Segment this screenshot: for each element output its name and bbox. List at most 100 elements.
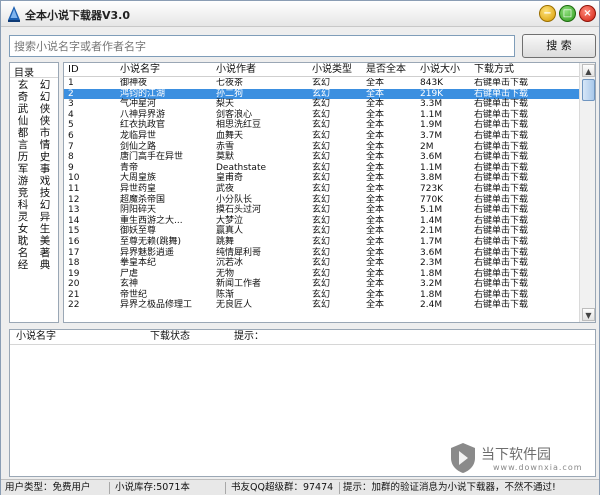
category-item[interactable]: 侠 <box>34 115 56 127</box>
row-download: 右键单击下载 <box>474 130 529 141</box>
status-qq-group: 书友QQ超级群：97474 <box>231 482 334 493</box>
watermark-url: www.downxia.com <box>493 463 583 472</box>
category-item[interactable]: 游 <box>12 175 34 187</box>
table-row[interactable]: 16 至尊无赖(跳舞) 跳舞 玄幻 全本 1.7M 右键单击下载 <box>64 237 579 248</box>
category-item[interactable]: 武 <box>12 103 34 115</box>
category-item[interactable]: 名 <box>12 247 34 259</box>
table-row[interactable]: 8 唐门高手在异世 莫默 玄幻 全本 3.6M 右键单击下载 <box>64 152 579 163</box>
category-item[interactable]: 市 <box>34 127 56 139</box>
row-download: 右键单击下载 <box>474 120 529 131</box>
minimize-button[interactable]: − <box>539 5 556 22</box>
table-row[interactable]: 7 剑仙之路 赤雪 玄幻 全本 2M 右键单击下载 <box>64 142 579 153</box>
table-row[interactable]: 1 御神夜 七夜茶 玄幻 全本 843K 右键单击下载 <box>64 78 579 89</box>
table-row[interactable]: 20 玄神 新闻工作者 玄幻 全本 3.2M 右键单击下载 <box>64 279 579 290</box>
search-button[interactable]: 搜 索 <box>522 34 596 58</box>
category-panel: 目录 玄幻奇幻武侠仙侠都市言情历史军事游戏竞技科幻灵异女生耽美名著经典 <box>9 62 59 323</box>
category-item[interactable]: 幻 <box>34 91 56 103</box>
table-row[interactable]: 19 尸虐 无物 玄幻 全本 1.8M 右键单击下载 <box>64 269 579 280</box>
table-row[interactable]: 18 拳皇本纪 沉若冰 玄幻 全本 2.3M 右键单击下载 <box>64 258 579 269</box>
category-item[interactable]: 言 <box>12 139 34 151</box>
row-author: 纯情犀利哥 <box>216 247 262 258</box>
row-size: 219K <box>420 88 444 99</box>
table-row[interactable]: 21 帝世纪 陈渐 玄幻 全本 1.8M 右键单击下载 <box>64 290 579 301</box>
scroll-thumb[interactable] <box>582 79 595 101</box>
table-row[interactable]: 2 鸿钧的江湖 孙二狗 玄幻 全本 219K 右键单击下载 <box>64 88 579 100</box>
maximize-button[interactable]: □ <box>559 5 576 22</box>
download-column-status[interactable]: 下载状态 <box>150 331 190 343</box>
row-size: 3.6M <box>420 247 443 258</box>
row-author: 陈渐 <box>216 289 235 300</box>
list-scrollbar[interactable]: ▲ ▼ <box>579 63 595 322</box>
category-item[interactable]: 幻 <box>34 79 56 91</box>
column-header-id[interactable]: ID <box>68 64 79 76</box>
novel-list-panel: ID 小说名字 小说作者 小说类型 是否全本 小说大小 下载方式 1 御神夜 七夜茶… <box>63 62 596 323</box>
table-row[interactable]: 12 超魔杀帝国 小分队长 玄幻 全本 770K 右键单击下载 <box>64 195 579 206</box>
category-item[interactable]: 历 <box>12 151 34 163</box>
row-id: 19 <box>68 268 80 279</box>
category-item[interactable]: 戏 <box>34 175 56 187</box>
category-item[interactable]: 女 <box>12 223 34 235</box>
row-id: 2 <box>68 88 74 99</box>
category-item[interactable]: 情 <box>34 139 56 151</box>
row-name: 红衣执政官 <box>120 120 166 131</box>
table-row[interactable]: 22 异界之极品修理工 无良匠人 玄幻 全本 2.4M 右键单击下载 <box>64 300 579 311</box>
row-type: 玄幻 <box>312 120 331 131</box>
category-item[interactable]: 奇 <box>12 91 34 103</box>
category-item[interactable]: 侠 <box>34 103 56 115</box>
row-author: 七夜茶 <box>216 78 244 88</box>
search-input[interactable] <box>9 35 515 57</box>
category-item[interactable]: 军 <box>12 163 34 175</box>
column-header-author[interactable]: 小说作者 <box>216 64 256 76</box>
column-header-type[interactable]: 小说类型 <box>312 64 352 76</box>
category-item[interactable]: 事 <box>34 163 56 175</box>
column-header-size[interactable]: 小说大小 <box>420 64 460 76</box>
category-item[interactable]: 生 <box>34 223 56 235</box>
category-item[interactable]: 史 <box>34 151 56 163</box>
category-item[interactable]: 仙 <box>12 115 34 127</box>
row-complete: 全本 <box>366 99 385 110</box>
category-item[interactable]: 经 <box>12 259 34 271</box>
row-download: 右键单击下载 <box>474 183 529 194</box>
scroll-down-icon[interactable]: ▼ <box>582 308 595 321</box>
row-author: 赤雪 <box>216 141 235 152</box>
category-item[interactable]: 美 <box>34 235 56 247</box>
category-item[interactable]: 竞 <box>12 187 34 199</box>
row-id: 7 <box>68 141 74 152</box>
category-item[interactable]: 异 <box>34 211 56 223</box>
download-column-name[interactable]: 小说名字 <box>16 331 56 343</box>
category-item[interactable]: 幻 <box>34 199 56 211</box>
table-row[interactable]: 9 青帝 Deathstate 玄幻 全本 1.1M 右键单击下载 <box>64 163 579 174</box>
table-row[interactable]: 13 阴阳碎天 摸石头过河 玄幻 全本 5.1M 右键单击下载 <box>64 205 579 216</box>
category-item[interactable]: 典 <box>34 259 56 271</box>
row-name: 异世药皇 <box>120 183 157 194</box>
title-bar[interactable]: 全本小说下载器V3.0 − □ × <box>1 1 599 27</box>
table-row[interactable]: 15 御妖至尊 赢真人 玄幻 全本 2.1M 右键单击下载 <box>64 226 579 237</box>
row-size: 3.6M <box>420 152 443 163</box>
table-row[interactable]: 4 八神异界游 剑客浪心 玄幻 全本 1.1M 右键单击下载 <box>64 110 579 121</box>
table-row[interactable]: 10 大周皇族 皇甫奇 玄幻 全本 3.8M 右键单击下载 <box>64 173 579 184</box>
table-row[interactable]: 11 异世药皇 武夜 玄幻 全本 723K 右键单击下载 <box>64 184 579 195</box>
row-complete: 全本 <box>366 258 385 269</box>
row-size: 2.3M <box>420 258 443 269</box>
category-item[interactable]: 玄 <box>12 79 34 91</box>
column-header-download[interactable]: 下载方式 <box>474 64 514 76</box>
column-header-complete[interactable]: 是否全本 <box>366 64 406 76</box>
category-item[interactable]: 耽 <box>12 235 34 247</box>
scroll-up-icon[interactable]: ▲ <box>582 64 595 77</box>
close-button[interactable]: × <box>579 5 596 22</box>
table-row[interactable]: 5 红衣执政官 相思洗红豆 玄幻 全本 1.9M 右键单击下载 <box>64 120 579 131</box>
category-item[interactable]: 著 <box>34 247 56 259</box>
row-name: 剑仙之路 <box>120 141 157 152</box>
table-row[interactable]: 14 重生西游之大... 大梦泣 玄幻 全本 1.4M 右键单击下载 <box>64 216 579 227</box>
column-header-name[interactable]: 小说名字 <box>120 64 160 76</box>
table-row[interactable]: 3 气冲星河 梨天 玄幻 全本 3.3M 右键单击下载 <box>64 99 579 110</box>
table-row[interactable]: 6 龙临异世 血舞天 玄幻 全本 3.7M 右键单击下载 <box>64 131 579 142</box>
category-item[interactable]: 科 <box>12 199 34 211</box>
row-size: 2M <box>420 141 434 152</box>
category-item[interactable]: 都 <box>12 127 34 139</box>
category-item[interactable]: 灵 <box>12 211 34 223</box>
category-item[interactable]: 技 <box>34 187 56 199</box>
download-column-tip[interactable]: 提示： <box>234 331 264 343</box>
table-row[interactable]: 17 异界魅影逍遥 纯情犀利哥 玄幻 全本 3.6M 右键单击下载 <box>64 248 579 259</box>
row-type: 玄幻 <box>312 258 331 269</box>
